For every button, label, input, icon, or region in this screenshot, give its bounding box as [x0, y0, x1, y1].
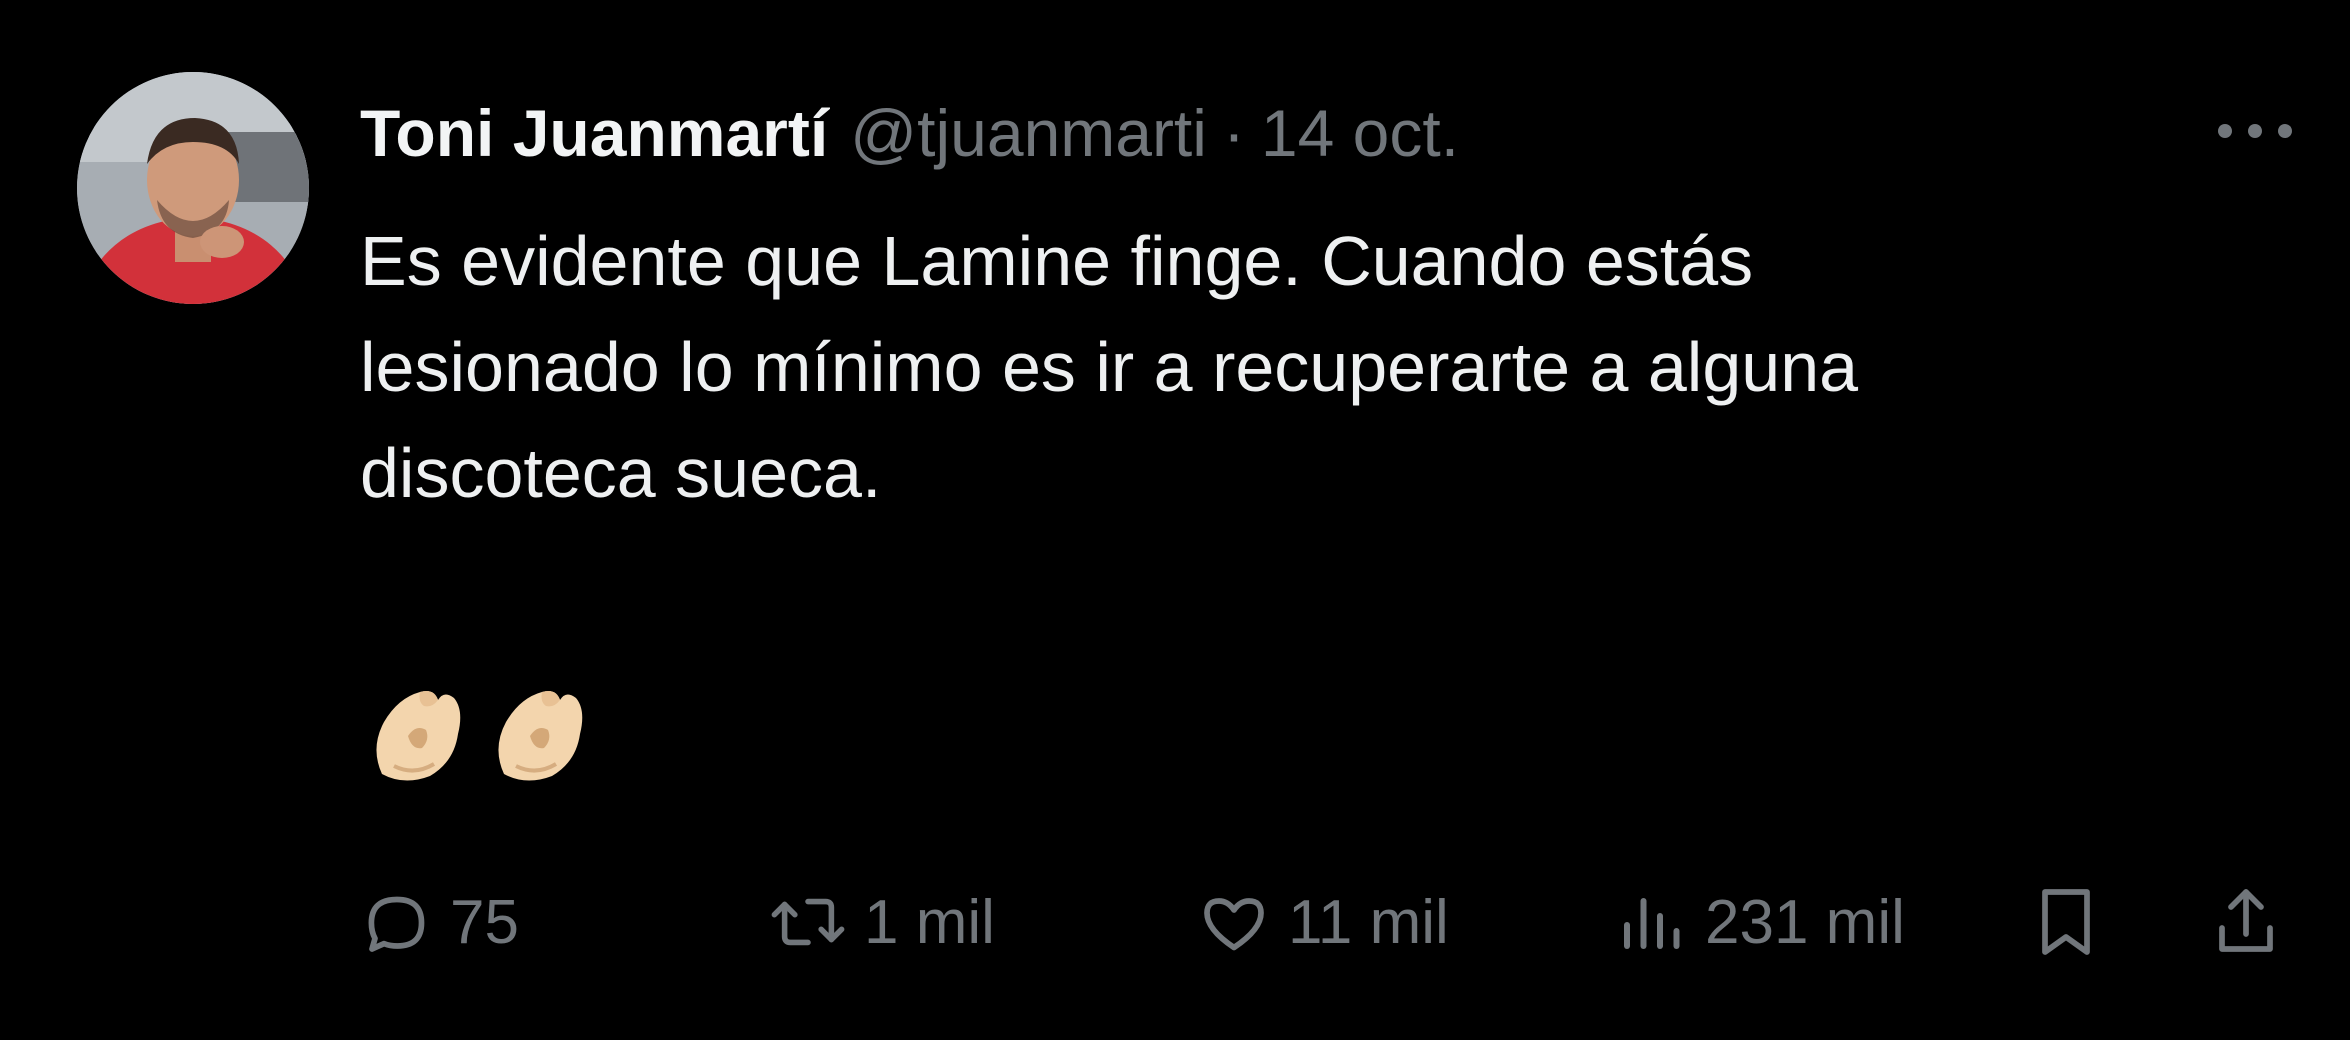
- author-display-name[interactable]: Toni Juanmartí: [360, 95, 828, 171]
- retweet-count: 1 mil: [864, 887, 995, 957]
- tweet-text-line: discoteca sueca.: [360, 434, 882, 512]
- like-count: 11 mil: [1288, 887, 1449, 957]
- tweet-text-line: Es evidente que Lamine finge. Cuando est…: [360, 222, 1754, 300]
- bookmark-button[interactable]: [2030, 870, 2102, 974]
- like-button[interactable]: 11 mil: [1198, 870, 1449, 974]
- views-count: 231 mil: [1705, 887, 1905, 957]
- author-handle[interactable]: @tjuanmarti: [850, 95, 1207, 171]
- reply-icon: [360, 886, 432, 958]
- tweet-card: Toni Juanmartí @tjuanmarti · 14 oct. Es …: [0, 0, 2350, 1040]
- heart-icon: [1198, 886, 1270, 958]
- share-icon: [2210, 882, 2282, 962]
- avatar[interactable]: [77, 72, 309, 304]
- pinched-fingers-emoji: [364, 678, 474, 788]
- reply-button[interactable]: 75: [360, 870, 519, 974]
- tweet-header: Toni Juanmartí @tjuanmarti · 14 oct.: [360, 88, 1459, 178]
- tweet-actions-bar: 75 1 mil 11 mil 231 mil: [360, 870, 2310, 974]
- share-button[interactable]: [2210, 870, 2282, 974]
- views-chart-icon: [1615, 886, 1687, 958]
- tweet-date[interactable]: 14 oct.: [1261, 95, 1459, 171]
- retweet-button[interactable]: 1 mil: [770, 870, 995, 974]
- avatar-photo: [77, 72, 309, 304]
- views-button[interactable]: 231 mil: [1615, 870, 1905, 974]
- pinched-fingers-emoji: [486, 678, 596, 788]
- emoji-row: [364, 678, 596, 788]
- more-horizontal-icon: [2210, 116, 2300, 146]
- more-options-button[interactable]: [2200, 96, 2310, 166]
- header-separator: ·: [1222, 96, 1245, 170]
- tweet-text: Es evidente que Lamine finge. Cuando est…: [360, 208, 2310, 526]
- bookmark-icon: [2030, 882, 2102, 962]
- retweet-icon: [770, 886, 846, 958]
- reply-count: 75: [450, 887, 519, 957]
- tweet-text-line: lesionado lo mínimo es ir a recuperarte …: [360, 328, 1859, 406]
